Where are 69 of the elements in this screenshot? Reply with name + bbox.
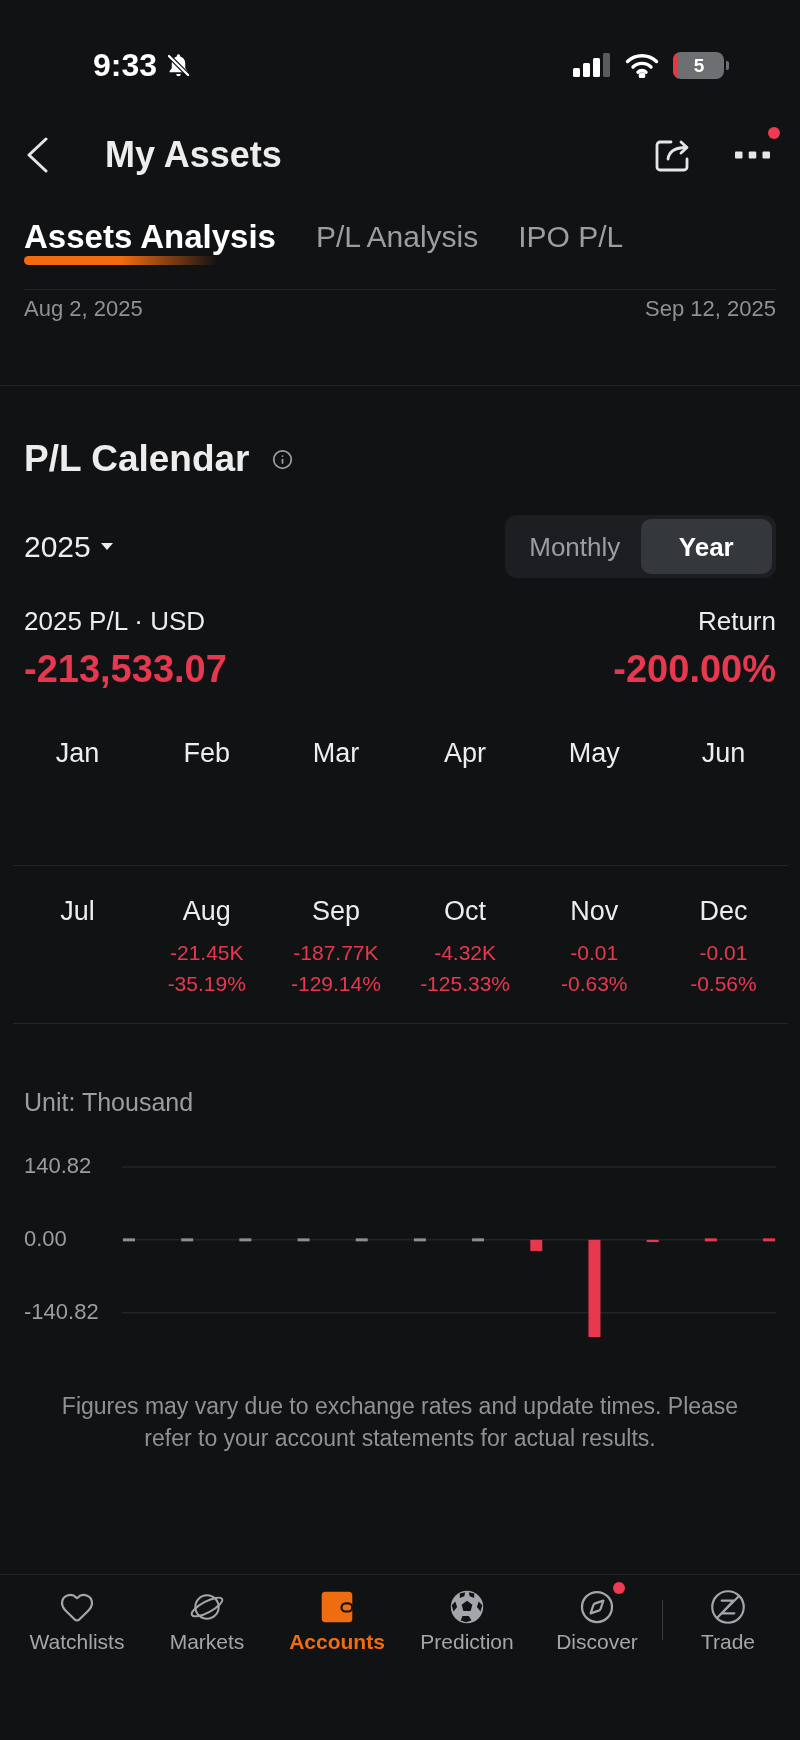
page-title: My Assets — [105, 133, 282, 177]
month-label: Mar — [312, 737, 360, 769]
month-label: Aug — [182, 895, 231, 927]
unit-label: Unit: Thousand — [23, 1087, 195, 1117]
z-coin-icon — [708, 1589, 748, 1625]
caret-icon — [100, 543, 113, 550]
start-date: Aug 2, 2025 — [24, 296, 143, 322]
segment-button[interactable]: Monthly — [509, 519, 641, 574]
month-label: Apr — [444, 737, 487, 769]
section-title: P/L Calendar — [24, 437, 250, 481]
nav-item[interactable]: Watchlists — [12, 1575, 142, 1655]
month-return: -35.19% — [167, 971, 246, 997]
bell-slash-icon — [165, 51, 193, 79]
signal-icon — [573, 53, 611, 77]
info-icon[interactable] — [271, 448, 293, 470]
zero-dash — [472, 1238, 485, 1242]
month-return: -0.56% — [690, 971, 757, 997]
share-icon[interactable] — [655, 138, 691, 172]
month-label: Nov — [570, 895, 619, 927]
tab[interactable]: Assets Analysis — [24, 200, 276, 269]
nav-item[interactable]: Prediction — [402, 1575, 532, 1655]
zero-dash — [413, 1238, 426, 1242]
return-value: -200.00% — [613, 647, 776, 691]
more-icon[interactable] — [735, 151, 770, 159]
back-icon[interactable] — [26, 137, 48, 173]
chart-bar — [646, 1239, 659, 1243]
month-label: Oct — [444, 895, 487, 927]
axis-label: 0.00 — [24, 1225, 67, 1251]
month-label: Jun — [701, 737, 746, 769]
total-label: 2025 P/L · USD — [24, 605, 206, 637]
nav-item[interactable]: Trade — [663, 1575, 793, 1655]
nav-item[interactable]: Accounts — [272, 1575, 402, 1655]
total-value: -213,533.07 — [24, 647, 227, 691]
zero-dash — [123, 1238, 135, 1242]
chart-bar — [530, 1239, 543, 1251]
year-selector[interactable]: 2025 — [24, 528, 113, 565]
month-pl: -4.32K — [434, 940, 496, 966]
axis-label: -140.82 — [24, 1298, 99, 1324]
axis-label: 140.82 — [24, 1152, 92, 1178]
chart-bar — [704, 1238, 717, 1242]
tab[interactable]: IPO P/L — [518, 200, 624, 269]
status-time: 9:33 — [93, 47, 158, 83]
zero-dash — [239, 1238, 252, 1242]
month-return: -129.14% — [290, 971, 381, 997]
nav-item[interactable]: Markets — [142, 1575, 272, 1655]
chart-bar — [763, 1238, 775, 1242]
disclaimer-text: Figures may vary due to exchange rates and update times. Please refer to your account statements for actual results. — [60, 1392, 740, 1453]
month-pl: -0.01 — [570, 940, 619, 966]
segment-button[interactable]: Year — [640, 519, 772, 574]
nav-item[interactable]: Discover — [532, 1575, 662, 1655]
battery-indicator: 5 — [673, 51, 729, 79]
month-return: -125.33% — [420, 971, 511, 997]
month-label: Jan — [55, 737, 100, 769]
month-pl: -21.45K — [169, 940, 244, 966]
zero-dash — [297, 1238, 310, 1242]
end-date: Sep 12, 2025 — [645, 296, 776, 322]
month-label: May — [568, 737, 620, 769]
wifi-icon — [625, 52, 659, 78]
month-label: Dec — [699, 895, 748, 927]
zero-dash — [355, 1238, 368, 1242]
month-pl: -0.01 — [699, 940, 748, 966]
return-label: Return — [697, 605, 776, 637]
month-pl: -187.77K — [293, 940, 379, 966]
month-return: -0.63% — [560, 971, 628, 997]
month-label: Jul — [60, 895, 95, 927]
tab[interactable]: P/L Analysis — [315, 200, 479, 269]
month-label: Sep — [311, 895, 360, 927]
zero-dash — [181, 1238, 194, 1242]
month-label: Feb — [183, 737, 230, 769]
